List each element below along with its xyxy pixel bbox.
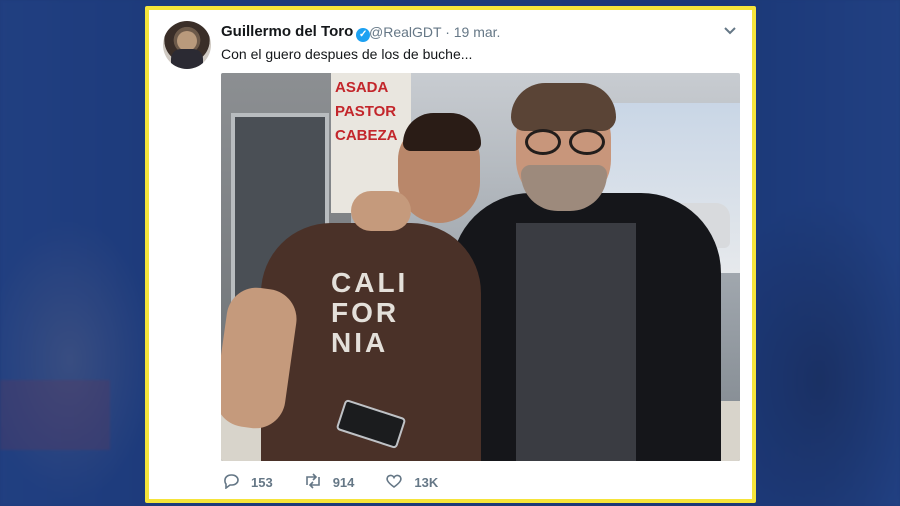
retweet-button[interactable]: 914 xyxy=(303,473,355,491)
menu-sign-line: ASADA xyxy=(335,79,389,96)
person-left-hair xyxy=(403,113,481,151)
avatar-body xyxy=(171,49,203,69)
tweet-text: Con el guero despues de los de buche... xyxy=(221,46,473,62)
heart-icon xyxy=(384,473,404,491)
person-right-hair xyxy=(511,83,616,131)
avatar-head xyxy=(177,31,197,51)
reply-count: 153 xyxy=(251,474,273,490)
background-sign xyxy=(0,380,110,450)
author-name[interactable]: Guillermo del Toro ✓ xyxy=(221,23,371,42)
person-left-hand-on-shoulder xyxy=(351,191,411,231)
menu-sign-line: PASTOR xyxy=(335,103,397,120)
like-count: 13K xyxy=(414,474,439,490)
chevron-down-icon[interactable] xyxy=(722,24,738,40)
author-name-label: Guillermo del Toro xyxy=(221,23,354,40)
retweet-count: 914 xyxy=(332,474,355,490)
shirt-print-line: CALI xyxy=(331,267,409,298)
person-right-shirt xyxy=(516,223,636,461)
shirt-print: CALI FOR NIA xyxy=(331,268,408,358)
person-right-glasses xyxy=(521,129,607,155)
avatar[interactable] xyxy=(163,21,211,69)
author-handle-and-date[interactable]: @RealGDT · 19 mar. xyxy=(369,24,500,40)
tweet-photo[interactable]: ASADA PASTOR CABEZA CALI FOR NIA xyxy=(221,73,740,461)
reply-icon xyxy=(221,473,241,491)
shirt-print-line: NIA xyxy=(331,327,389,358)
like-button[interactable]: 13K xyxy=(384,473,438,491)
tweet-actions: 153 914 13K xyxy=(221,472,468,492)
reply-button[interactable]: 153 xyxy=(221,473,273,491)
menu-sign-line: CABEZA xyxy=(335,127,398,144)
shirt-print-line: FOR xyxy=(331,297,400,328)
retweet-icon xyxy=(303,473,323,491)
tweet-card[interactable]: Guillermo del Toro ✓ @RealGDT · 19 mar. C… xyxy=(145,6,756,503)
